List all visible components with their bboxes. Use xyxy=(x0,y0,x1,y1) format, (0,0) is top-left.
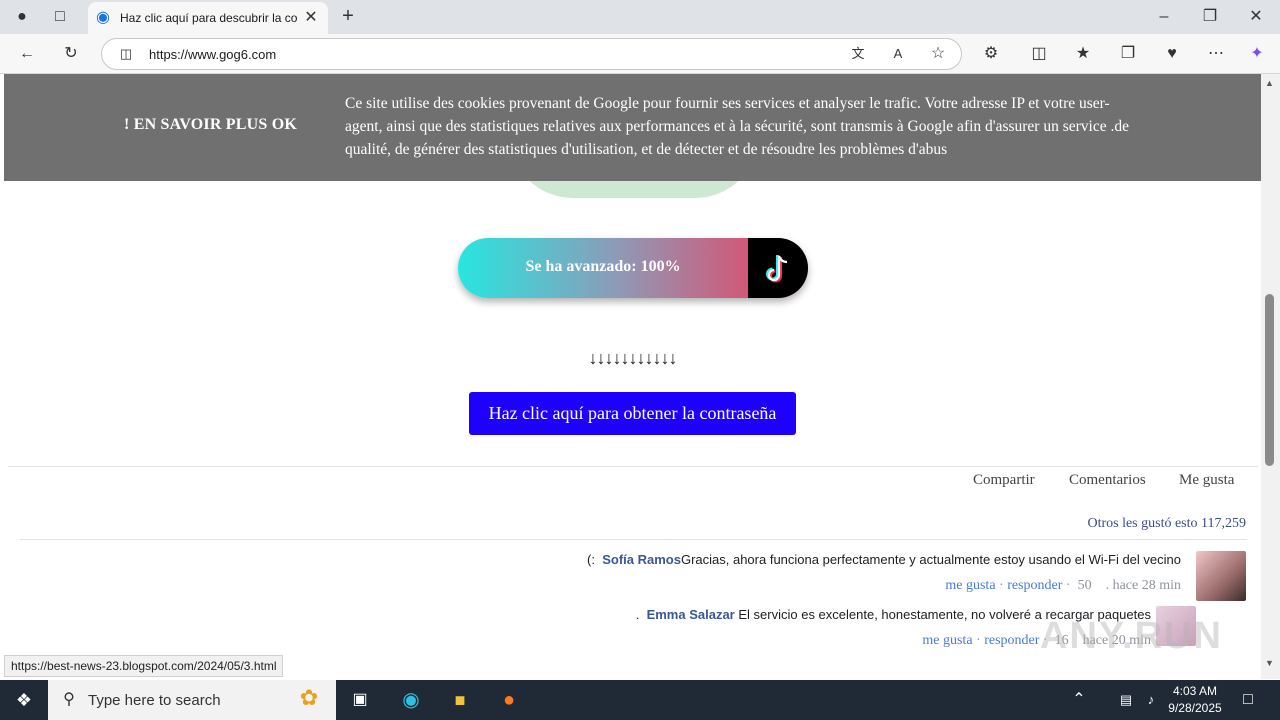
likes-summary: Otros les gustó esto 117,259 xyxy=(1087,516,1246,531)
firefox-icon[interactable]: ● xyxy=(498,690,520,710)
comment-prefix: (: xyxy=(587,552,595,567)
comment-author[interactable]: Emma Salazar xyxy=(647,607,735,622)
url-box[interactable]: ◫ https://www.gog6.com 文 A ☆ xyxy=(101,38,962,70)
cookie-text: Ce site utilise des cookies provenant de… xyxy=(345,95,1129,158)
status-url: https://best-news-23.blogspot.com/2024/0… xyxy=(4,655,284,677)
edge-taskbar-icon[interactable]: ◉ xyxy=(400,690,422,710)
copilot-icon[interactable]: ✦ xyxy=(1246,44,1268,64)
comment-like-link[interactable]: me gusta xyxy=(945,578,995,593)
read-aloud-icon[interactable]: A xyxy=(887,44,909,64)
profile-icon[interactable]: ● xyxy=(11,7,33,27)
avatar[interactable] xyxy=(1196,551,1246,601)
comment-time: . hace 28 min xyxy=(1105,578,1181,593)
comment-like-count: 50 xyxy=(1077,578,1092,593)
file-explorer-icon[interactable]: ■ xyxy=(449,690,471,710)
tab-title: Haz clic aquí para descubrir la co xyxy=(120,11,298,25)
get-password-button[interactable]: Haz clic aquí para obtener la contraseña xyxy=(469,392,796,435)
active-tab[interactable]: ◉ Haz clic aquí para descubrir la co ✕ xyxy=(88,2,328,34)
task-view-icon[interactable]: ▣ xyxy=(349,690,371,710)
comment-like-link[interactable]: me gusta xyxy=(922,633,972,648)
scroll-up-icon[interactable]: ▲ xyxy=(1265,78,1274,88)
comment-item: (: Sofía RamosGracias, ahora funciona pe… xyxy=(564,552,1181,567)
tulip-decoration-icon: ✿ xyxy=(299,685,319,710)
scroll-thumb[interactable] xyxy=(1265,294,1274,466)
more-menu-icon[interactable]: ⋯ xyxy=(1205,44,1227,64)
notifications-icon[interactable]: □ xyxy=(1237,690,1259,710)
comment-author[interactable]: Sofía Ramos xyxy=(602,552,681,567)
share-link[interactable]: Compartir xyxy=(973,472,1035,489)
page-content: ! EN SAVOIR PLUS OK Ce site utilise des … xyxy=(4,74,1261,679)
favorite-star-icon[interactable]: ☆ xyxy=(927,44,949,64)
collections-icon[interactable]: ❐ xyxy=(1117,44,1139,64)
search-icon: ⚲ xyxy=(63,691,75,708)
site-info-icon[interactable]: ◫ xyxy=(115,44,137,64)
comment-reply-link[interactable]: responder xyxy=(984,633,1039,648)
windows-start-icon[interactable]: ❖ xyxy=(13,690,35,710)
refresh-icon[interactable]: ↻ xyxy=(60,44,82,64)
watermark: ANY.RUN xyxy=(1040,615,1223,657)
like-link[interactable]: Me gusta xyxy=(1179,472,1234,489)
cookie-actions[interactable]: ! EN SAVOIR PLUS OK xyxy=(124,116,297,134)
scroll-down-icon[interactable]: ▼ xyxy=(1265,658,1274,668)
close-tab-icon[interactable]: ✕ xyxy=(300,8,322,28)
browser-essentials-icon[interactable]: ♥ xyxy=(1161,44,1183,64)
extensions-icon[interactable]: ⚙ xyxy=(980,44,1002,64)
progress-bar: Se ha avanzado: 100% xyxy=(458,238,808,298)
cookie-banner: ! EN SAVOIR PLUS OK Ce site utilise des … xyxy=(4,74,1261,181)
close-window-icon[interactable]: ✕ xyxy=(1245,7,1267,27)
tray-chevron-icon[interactable]: ⌃ xyxy=(1068,690,1090,710)
new-tab-icon[interactable]: + xyxy=(337,6,359,26)
tiktok-logo xyxy=(748,238,808,298)
network-icon[interactable]: ▤ xyxy=(1115,690,1137,710)
split-screen-icon[interactable]: ◫ xyxy=(1028,44,1050,64)
comment-reply-link[interactable]: responder xyxy=(1007,578,1062,593)
tab-bar: ● □ ◉ Haz clic aquí para descubrir la co… xyxy=(0,0,1280,34)
scrollbar[interactable]: ▲ ▼ xyxy=(1261,74,1280,679)
comment-prefix: . xyxy=(635,607,640,622)
tab-actions-icon[interactable]: □ xyxy=(49,7,71,27)
comment-meta: me gusta · responder · 50 . hace 28 min xyxy=(945,578,1181,593)
comments-link[interactable]: Comentarios xyxy=(1069,472,1146,489)
taskbar-search[interactable]: ⚲ Type here to search ✿ xyxy=(48,680,336,720)
clock-time: 4:03 AM xyxy=(1172,684,1218,698)
comment-text: Gracias, ahora funciona perfectamente y … xyxy=(680,552,1181,567)
tiktok-icon xyxy=(766,255,788,283)
favicon-wifi-icon: ◉ xyxy=(96,9,110,26)
restore-icon[interactable]: ❐ xyxy=(1199,7,1221,27)
favorites-icon[interactable]: ★ xyxy=(1072,44,1094,64)
progress-label: Se ha avanzado: 100% xyxy=(525,258,681,275)
clock-date: 9/28/2025 xyxy=(1168,701,1222,715)
volume-icon[interactable]: ♪ xyxy=(1140,690,1162,710)
divider xyxy=(20,539,1247,540)
clock[interactable]: 4:03 AM 9/28/2025 xyxy=(1160,683,1230,717)
translate-icon[interactable]: 文 xyxy=(847,44,869,64)
divider xyxy=(8,466,1258,467)
taskbar: ❖ ⚲ Type here to search ✿ ▣ ◉ ■ ● ⌃ ▤ ♪ … xyxy=(0,680,1280,720)
back-icon[interactable]: ← xyxy=(16,44,38,64)
address-bar: ← ↻ ◫ https://www.gog6.com 文 A ☆ ⚙ ◫ ★ ❐… xyxy=(0,34,1280,74)
search-placeholder[interactable]: Type here to search xyxy=(88,692,221,709)
url-text[interactable]: https://www.gog6.com xyxy=(149,47,276,62)
down-arrows: ↓↓↓↓↓↓↓↓↓↓↓ xyxy=(588,348,678,368)
minimize-icon[interactable]: – xyxy=(1153,7,1175,27)
